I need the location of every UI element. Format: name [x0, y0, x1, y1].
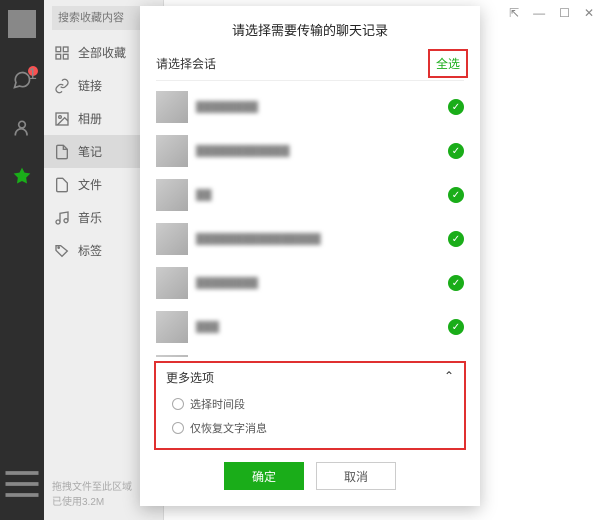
cancel-button[interactable]: 取消 — [316, 462, 396, 490]
chat-avatar — [156, 267, 188, 299]
radio-icon — [172, 422, 184, 434]
left-nav: 1 — [0, 0, 44, 520]
sidebar-item-label: 笔记 — [78, 143, 102, 160]
chat-name: ██ — [196, 189, 212, 201]
avatar[interactable] — [8, 10, 36, 38]
chat-name: ████████████████ — [196, 233, 321, 245]
chat-row[interactable]: ████████ ✓ — [156, 261, 464, 305]
chat-row[interactable]: ██████████✓ — [156, 349, 464, 357]
menu-icon[interactable] — [0, 462, 44, 506]
note-icon — [54, 144, 70, 160]
image-icon — [54, 111, 70, 127]
dialog-buttons: 确定 取消 — [140, 448, 480, 506]
chat-avatar — [156, 135, 188, 167]
dialog-title: 请选择需要传输的聊天记录 — [140, 6, 480, 49]
sidebar-item-label: 音乐 — [78, 209, 102, 226]
chat-icon[interactable]: 1 — [12, 70, 32, 90]
chat-name: ████████ — [196, 101, 258, 113]
chat-row[interactable]: ████████████ ✓ — [156, 129, 464, 173]
chat-row[interactable]: ████████████████ ✓ — [156, 217, 464, 261]
chat-row[interactable]: ██ ✓ — [156, 173, 464, 217]
window-controls: ⇱ — ☐ ✕ — [509, 6, 594, 20]
link-icon — [54, 78, 70, 94]
sidebar-item-label: 文件 — [78, 176, 102, 193]
chat-name: ███ — [196, 321, 219, 333]
badge: 1 — [28, 66, 38, 76]
check-icon[interactable]: ✓ — [448, 99, 464, 115]
sidebar-item-label: 全部收藏 — [78, 44, 126, 61]
chat-name: ████████ — [196, 277, 258, 289]
contacts-icon[interactable] — [12, 118, 32, 138]
chat-header: 请选择会话 全选 — [156, 49, 464, 81]
file-icon — [54, 177, 70, 193]
maximize-icon[interactable]: ☐ — [559, 6, 570, 20]
check-icon[interactable]: ✓ — [448, 143, 464, 159]
chat-row[interactable]: ███ ✓ — [156, 305, 464, 349]
select-all-button[interactable]: 全选 — [432, 53, 464, 74]
tag-icon — [54, 243, 70, 259]
music-icon — [54, 210, 70, 226]
chat-avatar — [156, 223, 188, 255]
option-text-only[interactable]: 仅恢复文字消息 — [166, 416, 454, 440]
favorites-icon[interactable] — [12, 166, 32, 186]
sidebar-item-label: 标签 — [78, 242, 102, 259]
check-icon[interactable]: ✓ — [448, 319, 464, 335]
chevron-up-icon: ⌃ — [444, 369, 454, 386]
chat-avatar — [156, 91, 188, 123]
pin-icon[interactable]: ⇱ — [509, 6, 519, 20]
check-icon[interactable]: ✓ — [448, 187, 464, 203]
select-chat-label: 请选择会话 — [156, 55, 216, 72]
ok-button[interactable]: 确定 — [224, 462, 304, 490]
minimize-icon[interactable]: — — [533, 6, 545, 20]
radio-icon — [172, 398, 184, 410]
transfer-dialog: 请选择需要传输的聊天记录 请选择会话 全选 ████████✓█████████… — [140, 6, 480, 506]
more-options-box: 更多选项 ⌃ 选择时间段 仅恢复文字消息 — [156, 363, 464, 448]
chat-name: ████████████ — [196, 145, 290, 157]
grid-icon — [54, 45, 70, 61]
chat-avatar — [156, 179, 188, 211]
chat-list: ████████✓████████████✓██✓███████████████… — [156, 85, 464, 357]
option-time-range[interactable]: 选择时间段 — [166, 392, 454, 416]
check-icon[interactable]: ✓ — [448, 275, 464, 291]
check-icon[interactable]: ✓ — [448, 231, 464, 247]
chat-avatar — [156, 311, 188, 343]
sidebar-item-label: 链接 — [78, 77, 102, 94]
chat-section: 请选择会话 全选 ████████✓████████████✓██✓██████… — [140, 49, 480, 357]
chat-avatar — [156, 355, 188, 357]
more-options-header[interactable]: 更多选项 ⌃ — [166, 369, 454, 386]
sidebar-item-label: 相册 — [78, 110, 102, 127]
chat-row[interactable]: ████████ ✓ — [156, 85, 464, 129]
close-icon[interactable]: ✕ — [584, 6, 594, 20]
